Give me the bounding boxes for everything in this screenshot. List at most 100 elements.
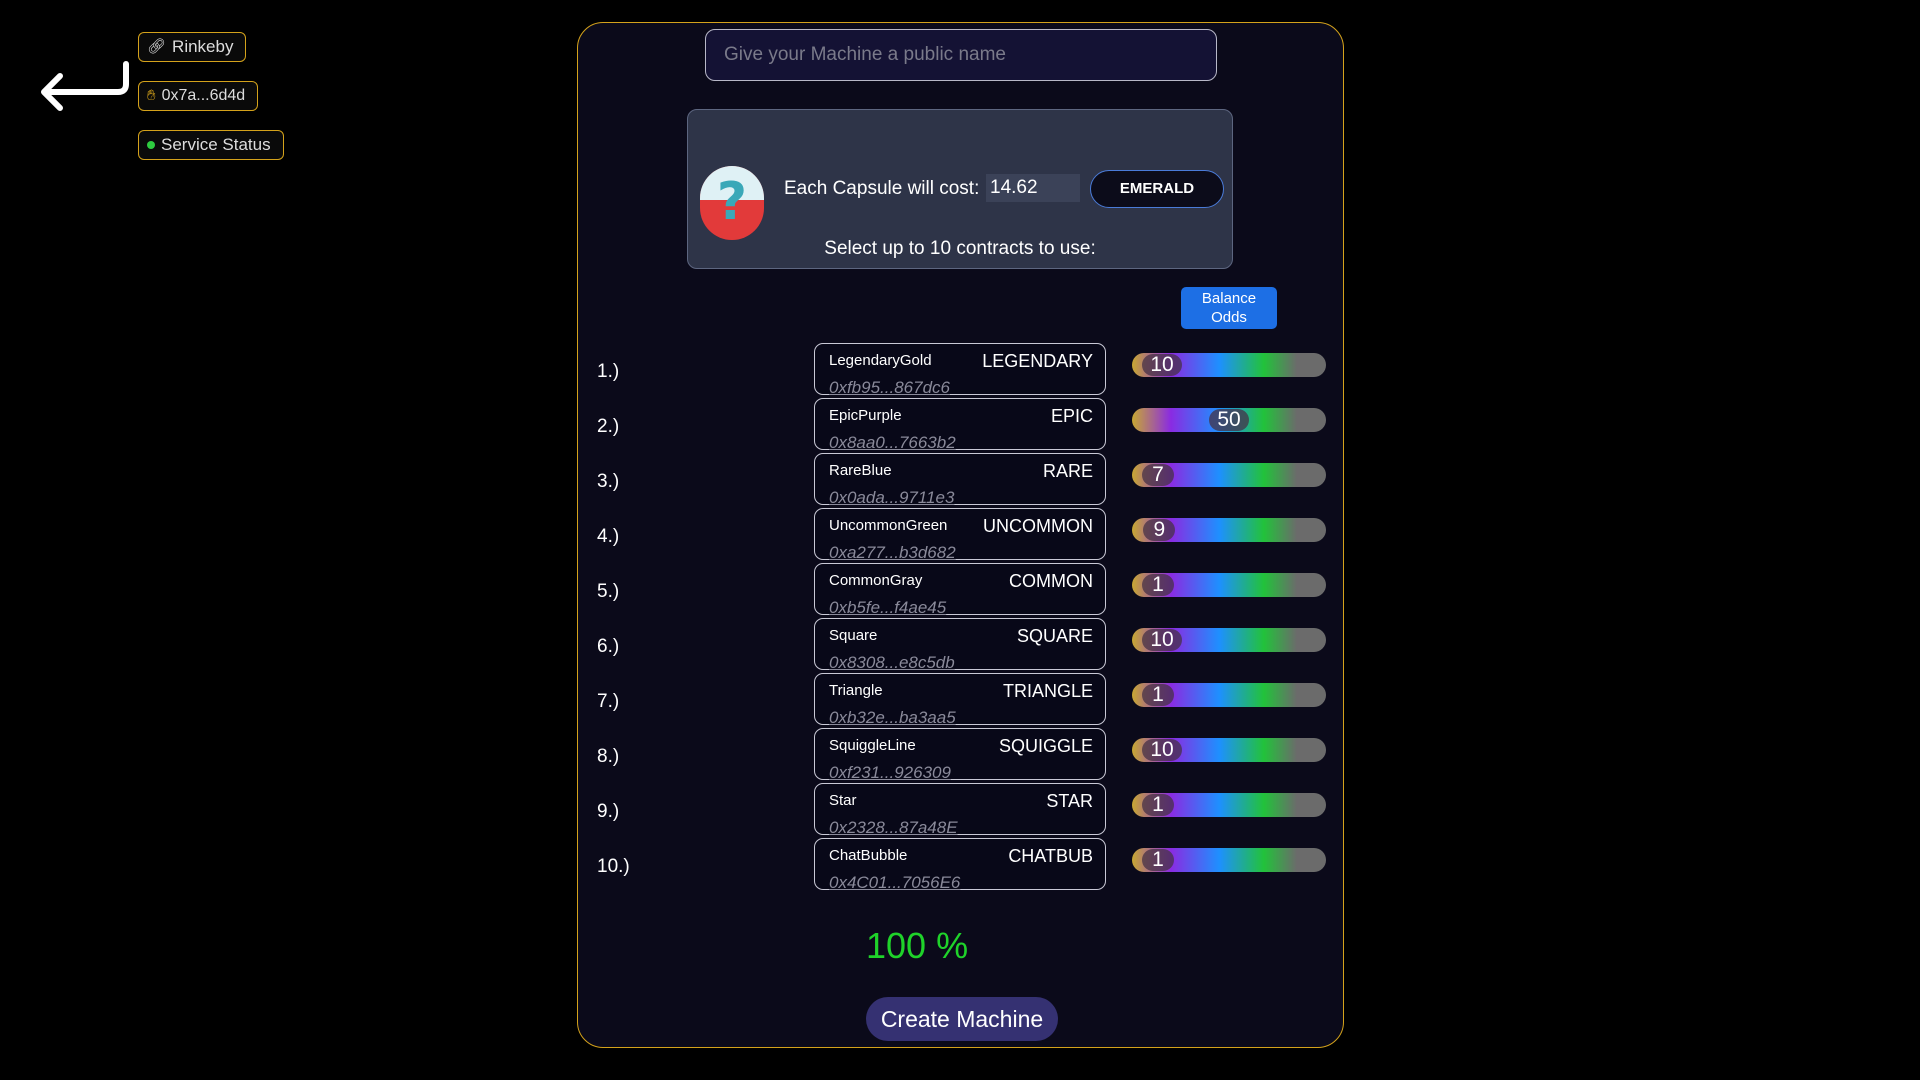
odds-slider-thumb[interactable]: 10	[1142, 354, 1182, 376]
contract-name: LegendaryGold	[829, 352, 932, 369]
contract-card[interactable]: Square SQUARE 0x8308...e8c5db	[814, 618, 1106, 673]
row-number: 3.)	[597, 471, 620, 492]
return-arrow-icon	[41, 61, 129, 111]
capsule-cost-box: ? Each Capsule will cost: EMERALD Select…	[687, 109, 1233, 269]
odds-slider-thumb[interactable]: 7	[1142, 464, 1174, 486]
contract-card[interactable]: UncommonGreen UNCOMMON 0xa277...b3d682	[814, 508, 1106, 563]
select-contracts-label: Select up to 10 contracts to use:	[824, 238, 1096, 259]
contract-symbol: COMMON	[1009, 571, 1093, 591]
contract-row: 6.) Square SQUARE 0x8308...e8c5db 10	[578, 618, 1343, 673]
row-number: 9.)	[597, 801, 620, 822]
odds-slider-thumb[interactable]: 1	[1142, 574, 1174, 596]
odds-slider[interactable]: 1	[1132, 573, 1326, 597]
link-icon: 🔗︎	[147, 38, 167, 55]
contract-address[interactable]: 0xf231...926309	[829, 763, 951, 783]
row-number: 2.)	[597, 416, 620, 437]
network-label: Rinkeby	[172, 37, 234, 56]
row-number: 1.)	[597, 361, 620, 382]
contract-name: SquiggleLine	[829, 737, 916, 754]
contract-symbol: CHATBUB	[1008, 846, 1093, 866]
contract-name: RareBlue	[829, 462, 892, 479]
contract-symbol: SQUIGGLE	[998, 736, 1093, 756]
odds-slider-thumb[interactable]: 1	[1142, 684, 1174, 706]
contract-row: 10.) ChatBubble CHATBUB 0x4C01...7056E6 1	[578, 838, 1343, 893]
contract-address[interactable]: 0xb32e...ba3aa5	[829, 708, 956, 728]
wallet-badge[interactable]: ✋︎ 0x7a...6d4d	[138, 81, 259, 111]
contract-name: UncommonGreen	[829, 517, 948, 534]
odds-slider[interactable]: 9	[1132, 518, 1326, 542]
contract-name: CommonGray	[829, 572, 923, 589]
create-machine-panel: ? Each Capsule will cost: EMERALD Select…	[577, 22, 1344, 1048]
wave-hand-icon: ✋︎	[147, 87, 156, 104]
currency-button[interactable]: EMERALD	[1090, 170, 1224, 208]
contract-symbol: EPIC	[1050, 406, 1093, 426]
odds-slider-thumb[interactable]: 10	[1142, 739, 1182, 761]
machine-name-input[interactable]	[705, 29, 1217, 81]
contract-address[interactable]: 0xb5fe...f4ae45	[829, 598, 946, 618]
odds-slider[interactable]: 10	[1132, 628, 1326, 652]
contract-address[interactable]: 0x8308...e8c5db	[829, 653, 955, 673]
odds-slider[interactable]: 10	[1132, 353, 1326, 377]
odds-slider-thumb[interactable]: 10	[1142, 629, 1182, 651]
row-number: 5.)	[597, 581, 620, 602]
contract-symbol: SQUARE	[1016, 626, 1093, 646]
contract-row: 1.) LegendaryGold LEGENDARY 0xfb95...867dc6…	[578, 343, 1343, 398]
contract-card[interactable]: SquiggleLine SQUIGGLE 0xf231...926309	[814, 728, 1106, 783]
odds-slider-thumb[interactable]: 1	[1142, 849, 1174, 871]
contract-name: Star	[829, 792, 857, 809]
contract-row: 8.) SquiggleLine SQUIGGLE 0xf231...926309 10	[578, 728, 1343, 783]
contract-card[interactable]: Star STAR 0x2328...87a48E	[814, 783, 1106, 838]
contract-card[interactable]: EpicPurple EPIC 0x8aa0...7663b2	[814, 398, 1106, 453]
odds-slider-thumb[interactable]: 1	[1142, 794, 1174, 816]
cost-label: Each Capsule will cost:	[784, 178, 980, 199]
row-number: 4.)	[597, 526, 620, 547]
contract-card[interactable]: LegendaryGold LEGENDARY 0xfb95...867dc6	[814, 343, 1106, 398]
odds-slider[interactable]: 7	[1132, 463, 1326, 487]
contract-name: Triangle	[829, 682, 883, 699]
network-badge[interactable]: 🔗︎ Rinkeby	[138, 32, 247, 62]
balance-odds-label-line2: Odds	[1211, 309, 1247, 326]
row-number: 10.)	[597, 856, 630, 877]
service-status-badge[interactable]: Service Status	[138, 130, 284, 160]
odds-slider[interactable]: 1	[1132, 683, 1326, 707]
contract-symbol: LEGENDARY	[982, 351, 1093, 371]
odds-slider[interactable]: 1	[1132, 793, 1326, 817]
row-number: 8.)	[597, 746, 620, 767]
contract-card[interactable]: Triangle TRIANGLE 0xb32e...ba3aa5	[814, 673, 1106, 728]
contract-card[interactable]: RareBlue RARE 0x0ada...9711e3	[814, 453, 1106, 508]
service-status-label: Service Status	[161, 135, 271, 154]
back-button[interactable]	[38, 56, 138, 116]
contract-address[interactable]: 0xfb95...867dc6	[829, 378, 950, 398]
status-dot-icon	[147, 141, 155, 149]
contract-name: ChatBubble	[829, 847, 908, 864]
contract-address[interactable]: 0x4C01...7056E6	[829, 873, 960, 893]
odds-slider-thumb[interactable]: 9	[1143, 519, 1176, 541]
row-number: 7.)	[597, 691, 620, 712]
row-number: 6.)	[597, 636, 620, 657]
contract-row: 5.) CommonGray COMMON 0xb5fe...f4ae45 1	[578, 563, 1343, 618]
contract-symbol: UNCOMMON	[983, 516, 1093, 536]
contract-row: 3.) RareBlue RARE 0x0ada...9711e3 7	[578, 453, 1343, 508]
contract-address[interactable]: 0xa277...b3d682	[829, 543, 956, 563]
contract-symbol: TRIANGLE	[1002, 681, 1093, 701]
contract-address[interactable]: 0x8aa0...7663b2	[829, 433, 956, 453]
odds-slider[interactable]: 10	[1132, 738, 1326, 762]
contract-address[interactable]: 0x0ada...9711e3	[829, 488, 954, 508]
balance-odds-label-line1: Balance	[1201, 290, 1257, 307]
odds-slider-thumb[interactable]: 50	[1209, 409, 1249, 431]
contract-address[interactable]: 0x2328...87a48E	[829, 818, 958, 838]
contract-row: 7.) Triangle TRIANGLE 0xb32e...ba3aa5 1	[578, 673, 1343, 728]
odds-slider[interactable]: 50	[1132, 408, 1326, 432]
contract-row: 2.) EpicPurple EPIC 0x8aa0...7663b2 50	[578, 398, 1343, 453]
contract-card[interactable]: ChatBubble CHATBUB 0x4C01...7056E6	[814, 838, 1106, 893]
contract-name: EpicPurple	[829, 407, 902, 424]
create-machine-button[interactable]: Create Machine	[866, 997, 1058, 1041]
balance-odds-button[interactable]: Balance Odds	[1181, 287, 1277, 329]
contract-symbol: STAR	[1046, 791, 1093, 811]
contract-card[interactable]: CommonGray COMMON 0xb5fe...f4ae45	[814, 563, 1106, 618]
contract-row: 4.) UncommonGreen UNCOMMON 0xa277...b3d682 9	[578, 508, 1343, 563]
contract-name: Square	[829, 627, 878, 644]
odds-slider[interactable]: 1	[1132, 848, 1326, 872]
cost-input[interactable]	[986, 174, 1080, 202]
wallet-address: 0x7a...6d4d	[161, 87, 246, 104]
